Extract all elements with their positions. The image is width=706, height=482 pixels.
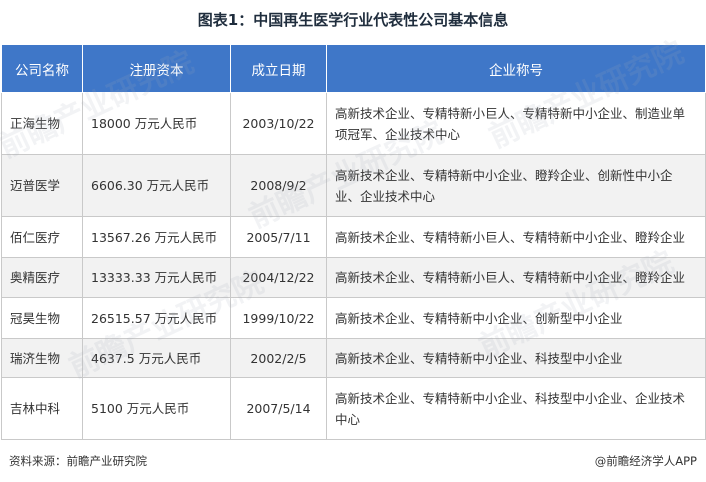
page-title: 图表1：中国再生医学行业代表性公司基本信息 xyxy=(197,11,509,29)
registered-capital: 13333.33 万元人民币 xyxy=(82,257,231,298)
established-date: 2008/9/2 xyxy=(230,154,327,217)
table-row: 奥精医疗 13333.33 万元人民币 2004/12/22 高新技术企业、专精… xyxy=(1,257,706,298)
header-registered-capital: 注册资本 xyxy=(82,44,231,93)
header-established-date: 成立日期 xyxy=(230,44,327,93)
established-date: 2002/2/5 xyxy=(230,338,327,378)
company-name: 冠昊生物 xyxy=(1,297,83,339)
source-note: 资料来源：前瞻产业研究院 xyxy=(9,454,147,468)
established-date: 1999/10/22 xyxy=(230,297,327,339)
header-enterprise-titles: 企业称号 xyxy=(326,44,706,93)
table-row: 瑞济生物 4637.5 万元人民币 2002/2/5 高新技术企业、专精特新中小… xyxy=(1,338,706,378)
company-name: 迈普医学 xyxy=(1,154,83,217)
registered-capital: 13567.26 万元人民币 xyxy=(82,216,231,258)
established-date: 2004/12/22 xyxy=(230,257,327,298)
company-info-table: 公司名称 注册资本 成立日期 企业称号 正海生物 18000 万元人民币 200… xyxy=(1,44,706,440)
table-row: 正海生物 18000 万元人民币 2003/10/22 高新技术企业、专精特新小… xyxy=(1,92,706,155)
enterprise-titles: 高新技术企业、专精特新中小企业、科技型中小企业、企业技术中心 xyxy=(326,377,706,440)
company-name: 佰仁医疗 xyxy=(1,216,83,258)
enterprise-titles: 高新技术企业、专精特新中小企业、科技型中小企业 xyxy=(326,338,706,378)
registered-capital: 6606.30 万元人民币 xyxy=(82,154,231,217)
table-row: 冠昊生物 26515.57 万元人民币 1999/10/22 高新技术企业、专精… xyxy=(1,297,706,339)
registered-capital: 18000 万元人民币 xyxy=(82,92,231,155)
company-name: 瑞济生物 xyxy=(1,338,83,378)
enterprise-titles: 高新技术企业、专精特新中小企业、瞪羚企业、创新性中小企业、企业技术中心 xyxy=(326,154,706,217)
enterprise-titles: 高新技术企业、专精特新小巨人、专精特新中小企业、瞪羚企业 xyxy=(326,257,706,298)
table-row: 吉林中科 5100 万元人民币 2007/5/14 高新技术企业、专精特新中小企… xyxy=(1,377,706,440)
table-row: 佰仁医疗 13567.26 万元人民币 2005/7/11 高新技术企业、专精特… xyxy=(1,216,706,258)
registered-capital: 4637.5 万元人民币 xyxy=(82,338,231,378)
enterprise-titles: 高新技术企业、专精特新中小企业、创新型中小企业 xyxy=(326,297,706,339)
established-date: 2007/5/14 xyxy=(230,377,327,440)
registered-capital: 5100 万元人民币 xyxy=(82,377,231,440)
brand-credit: @前瞻经济学人APP xyxy=(594,454,697,468)
header-company-name: 公司名称 xyxy=(1,44,83,93)
established-date: 2003/10/22 xyxy=(230,92,327,155)
company-name: 吉林中科 xyxy=(1,377,83,440)
company-name: 正海生物 xyxy=(1,92,83,155)
enterprise-titles: 高新技术企业、专精特新小巨人、专精特新中小企业、瞪羚企业 xyxy=(326,216,706,258)
enterprise-titles: 高新技术企业、专精特新小巨人、专精特新中小企业、制造业单项冠军、企业技术中心 xyxy=(326,92,706,155)
table-header-row: 公司名称 注册资本 成立日期 企业称号 xyxy=(1,44,706,93)
table-row: 迈普医学 6606.30 万元人民币 2008/9/2 高新技术企业、专精特新中… xyxy=(1,154,706,217)
company-name: 奥精医疗 xyxy=(1,257,83,298)
established-date: 2005/7/11 xyxy=(230,216,327,258)
registered-capital: 26515.57 万元人民币 xyxy=(82,297,231,339)
